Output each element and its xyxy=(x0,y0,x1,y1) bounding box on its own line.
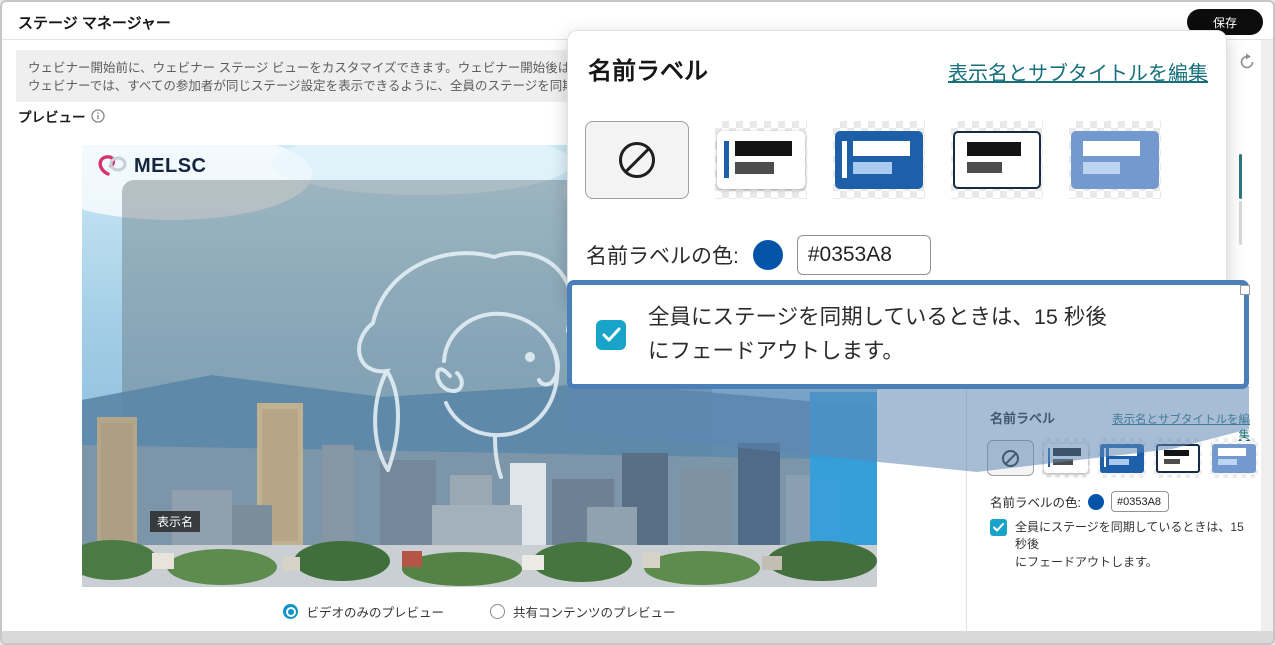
callout-resize-handle[interactable] xyxy=(1240,285,1250,295)
preview-mode-radios: ビデオのみのプレビュー 共有コンテンツのプレビュー xyxy=(82,602,877,621)
checkmark-icon xyxy=(993,523,1004,532)
sidebar-scrollbar-thumb[interactable] xyxy=(1239,154,1242,199)
refresh-icon[interactable] xyxy=(1237,52,1257,72)
label-style-dark-blue-button[interactable] xyxy=(833,121,925,199)
sync-checkbox-line2: にフェードアウトします。 xyxy=(648,339,904,363)
label-color-input[interactable] xyxy=(1111,491,1169,512)
stage-manager-window: ステージ マネージャー 保存 ウェビナー開始前に、ウェビナー ステージ ビューを… xyxy=(0,0,1275,645)
popup-label-color-text: 名前ラベルの色: xyxy=(586,240,739,270)
info-icon xyxy=(91,109,105,123)
heart-logo-icon xyxy=(96,153,130,179)
label-color-input[interactable] xyxy=(797,235,931,275)
sidebar-name-label-heading: 名前ラベル xyxy=(990,408,1055,427)
brand-name: MELSC xyxy=(134,155,207,178)
label-style-none-button[interactable] xyxy=(987,440,1034,476)
no-label-icon xyxy=(1002,450,1019,467)
popup-edit-display-name-link[interactable]: 表示名とサブタイトルを編集 xyxy=(948,57,1208,86)
name-label-popup: 名前ラベル 表示名とサブタイトルを編集 名前ラベルの色: xyxy=(567,30,1227,302)
popup-label-color-row: 名前ラベルの色: xyxy=(586,235,931,275)
color-swatch[interactable] xyxy=(1088,494,1104,510)
preview-label-row: プレビュー xyxy=(18,106,105,126)
sidebar-sync-checkbox-row: 全員にステージを同期しているときは、15 秒後 にフェードアウトします。 xyxy=(990,519,1252,571)
sync-fade-checkbox[interactable] xyxy=(990,519,1007,536)
label-style-dark-blue-button[interactable] xyxy=(1098,438,1146,478)
sync-fade-checkbox[interactable] xyxy=(596,320,626,350)
preview-label: プレビュー xyxy=(18,106,86,126)
label-style-translucent-button[interactable] xyxy=(1210,438,1258,478)
radio-selected-icon[interactable] xyxy=(283,604,298,619)
radio-video-only[interactable]: ビデオのみのプレビュー xyxy=(283,602,444,621)
page-title: ステージ マネージャー xyxy=(18,12,171,33)
sidebar-label-style-options xyxy=(987,438,1258,478)
brand-logo: MELSC xyxy=(96,153,207,179)
label-style-translucent-button[interactable] xyxy=(1069,121,1161,199)
radio-video-only-label: ビデオのみのプレビュー xyxy=(306,602,444,621)
radio-unselected-icon[interactable] xyxy=(490,604,505,619)
display-name-tag: 表示名 xyxy=(150,511,200,532)
label-style-light-card-button[interactable] xyxy=(1042,438,1090,478)
no-label-icon xyxy=(619,142,655,178)
label-style-none-button[interactable] xyxy=(585,121,689,199)
sync-checkbox-line1: 全員にステージを同期しているときは、15 秒後 xyxy=(648,305,1107,329)
sync-checkbox-line1: 全員にステージを同期しているときは、15 秒後 xyxy=(1015,520,1244,551)
label-style-outlined-button[interactable] xyxy=(951,121,1043,199)
popup-label-style-options xyxy=(585,121,1161,199)
radio-shared-content-label: 共有コンテンツのプレビュー xyxy=(513,602,676,621)
radio-shared-content[interactable]: 共有コンテンツのプレビュー xyxy=(490,602,676,621)
sync-checkbox-line2: にフェードアウトします。 xyxy=(1015,555,1158,569)
sidebar-label-color-text: 名前ラベルの色: xyxy=(990,492,1081,511)
popup-name-label-heading: 名前ラベル xyxy=(588,51,708,86)
sidebar-label-color-row: 名前ラベルの色: xyxy=(990,491,1169,512)
right-margin-strip xyxy=(1261,40,1274,634)
window-bottom-edge xyxy=(2,631,1273,643)
color-swatch[interactable] xyxy=(753,240,783,270)
sidebar-scrollbar-track xyxy=(1239,201,1242,245)
label-style-light-card-button[interactable] xyxy=(715,121,807,199)
checkmark-icon xyxy=(602,327,621,342)
sync-checkbox-callout: 全員にステージを同期しているときは、15 秒後 にフェードアウトします。 xyxy=(567,280,1249,389)
label-style-outlined-button[interactable] xyxy=(1154,438,1202,478)
